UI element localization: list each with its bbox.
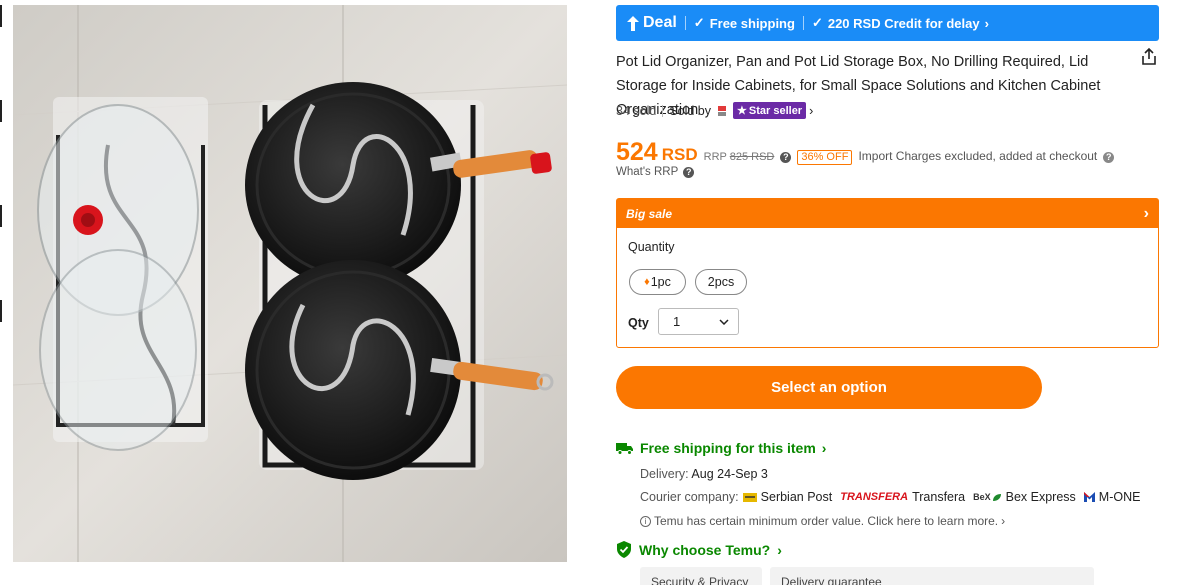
m-one-logo-icon	[1083, 492, 1095, 502]
help-icon[interactable]: ?	[1103, 152, 1115, 163]
import-note: Import Charges excluded, added at checko…	[858, 149, 1098, 163]
free-shipping-label: Free shipping	[709, 15, 795, 31]
whats-rrp-label: What's RRP	[616, 166, 679, 178]
why-choose-title: Why choose Temu?	[639, 541, 771, 558]
chevron-right-icon: ›	[821, 440, 827, 456]
serbian-post-logo-icon	[742, 492, 757, 502]
flame-icon: ♦	[644, 276, 650, 288]
free-shipping-row[interactable]: Free shipping for this item ›	[616, 440, 826, 456]
shield-check-icon	[617, 541, 631, 558]
credit-label: 220 RSD Credit for delay	[827, 15, 980, 31]
qty-select[interactable]: 1	[658, 308, 739, 335]
seller-logo-icon[interactable]	[717, 105, 727, 117]
free-shipping-title: Free shipping for this item	[640, 440, 816, 456]
min-order-text: Temu has certain minimum order value. Cl…	[654, 514, 999, 528]
edge-mark	[0, 300, 2, 322]
transfera-logo: TRANSFERA	[840, 491, 909, 503]
courier-row: Courier company: Serbian Post TRANSFERA …	[640, 490, 1140, 504]
chevron-down-icon	[719, 318, 729, 325]
rrp: RRP 825 RSD	[704, 151, 775, 163]
delivery-info: Delivery: Aug 24-Sep 3	[640, 467, 768, 481]
chevron-right-icon: ›	[777, 541, 782, 558]
courier-transfera: Transfera	[912, 490, 966, 504]
min-order-note[interactable]: i Temu has certain minimum order value. …	[640, 514, 1005, 528]
delivery-dates: Aug 24-Sep 3	[691, 467, 768, 481]
courier-bex-express: Bex Express	[1005, 490, 1076, 504]
why-choose-row[interactable]: Why choose Temu? ›	[616, 541, 782, 558]
help-icon[interactable]: ?	[780, 152, 792, 163]
courier-m-one: M-ONE	[1098, 490, 1141, 504]
tab-delivery-guarantee[interactable]: Delivery guarantee	[770, 567, 1094, 585]
big-sale-header[interactable]: Big sale ›	[617, 199, 1158, 228]
qty-value: 1	[673, 314, 681, 329]
share-icon[interactable]	[1139, 47, 1159, 67]
deal-tree-icon	[627, 15, 639, 31]
edge-mark	[0, 5, 2, 27]
deal-title: Deal	[626, 14, 677, 32]
info-icon: i	[640, 515, 651, 527]
bex-logo-text: BeX	[973, 492, 991, 502]
option-label: 2pcs	[707, 275, 735, 289]
sold-count: 34 sold	[616, 103, 657, 118]
edge-mark	[0, 205, 2, 227]
leaf-icon	[992, 493, 1001, 501]
price-row: 524 RSD RRP 825 RSD ? 36% OFF Import Cha…	[616, 138, 1115, 167]
price-currency: RSD	[661, 145, 698, 164]
divider	[802, 16, 804, 30]
courier-serbian-post: Serbian Post	[760, 490, 833, 504]
chevron-right-icon[interactable]: ›	[809, 104, 813, 118]
bex-logo: BeX	[973, 492, 1002, 502]
check-icon: ✓	[693, 15, 705, 30]
big-sale-title: Big sale	[626, 206, 673, 221]
option-label: 1pc	[650, 275, 671, 289]
tab-security-privacy[interactable]: Security & Privacy	[640, 567, 762, 585]
discount-badge: 36% OFF	[797, 150, 853, 165]
star-seller-label: Star seller	[748, 104, 803, 117]
whats-rrp[interactable]: What's RRP ?	[616, 166, 695, 178]
courier-label: Courier company:	[640, 490, 739, 504]
check-icon: ✓	[811, 15, 823, 30]
rrp-label: RRP	[703, 151, 727, 163]
qty-label: Qty	[628, 316, 649, 330]
option-1pc[interactable]: ♦ 1pc	[629, 269, 686, 295]
star-seller-badge[interactable]: ★ Star seller	[733, 102, 807, 119]
big-sale-panel: Big sale › Quantity ♦ 1pc 2pcs Qty 1	[616, 198, 1159, 348]
left-edge	[0, 0, 3, 585]
chevron-right-icon: ›	[984, 15, 989, 31]
rrp-value: 825 RSD	[729, 151, 775, 163]
sold-by-label: Sold by	[669, 103, 712, 118]
price-value: 524	[616, 138, 658, 166]
guarantee-tabs: Security & Privacy Delivery guarantee	[640, 567, 1094, 585]
credit-tag[interactable]: ✓ 220 RSD Credit for delay ›	[812, 15, 989, 31]
edge-mark	[0, 100, 2, 122]
option-2pcs[interactable]: 2pcs	[695, 269, 747, 295]
sold-row: 34 sold Sold by ★ Star seller ›	[616, 102, 813, 119]
deal-bar[interactable]: Deal ✓ Free shipping ✓ 220 RSD Credit fo…	[616, 5, 1159, 41]
chevron-right-icon: ›	[1143, 204, 1149, 222]
chevron-right-icon: ›	[1001, 514, 1006, 528]
free-shipping-tag: ✓ Free shipping	[694, 15, 795, 31]
star-icon: ★	[737, 105, 747, 117]
truck-icon	[616, 443, 633, 455]
help-icon: ?	[683, 166, 695, 178]
divider	[662, 104, 664, 117]
product-image[interactable]	[13, 5, 567, 562]
divider	[684, 16, 686, 30]
select-option-button[interactable]: Select an option	[616, 366, 1042, 409]
deal-title-label: Deal	[643, 14, 677, 31]
delivery-label: Delivery:	[640, 467, 689, 481]
quantity-label: Quantity	[628, 240, 675, 254]
